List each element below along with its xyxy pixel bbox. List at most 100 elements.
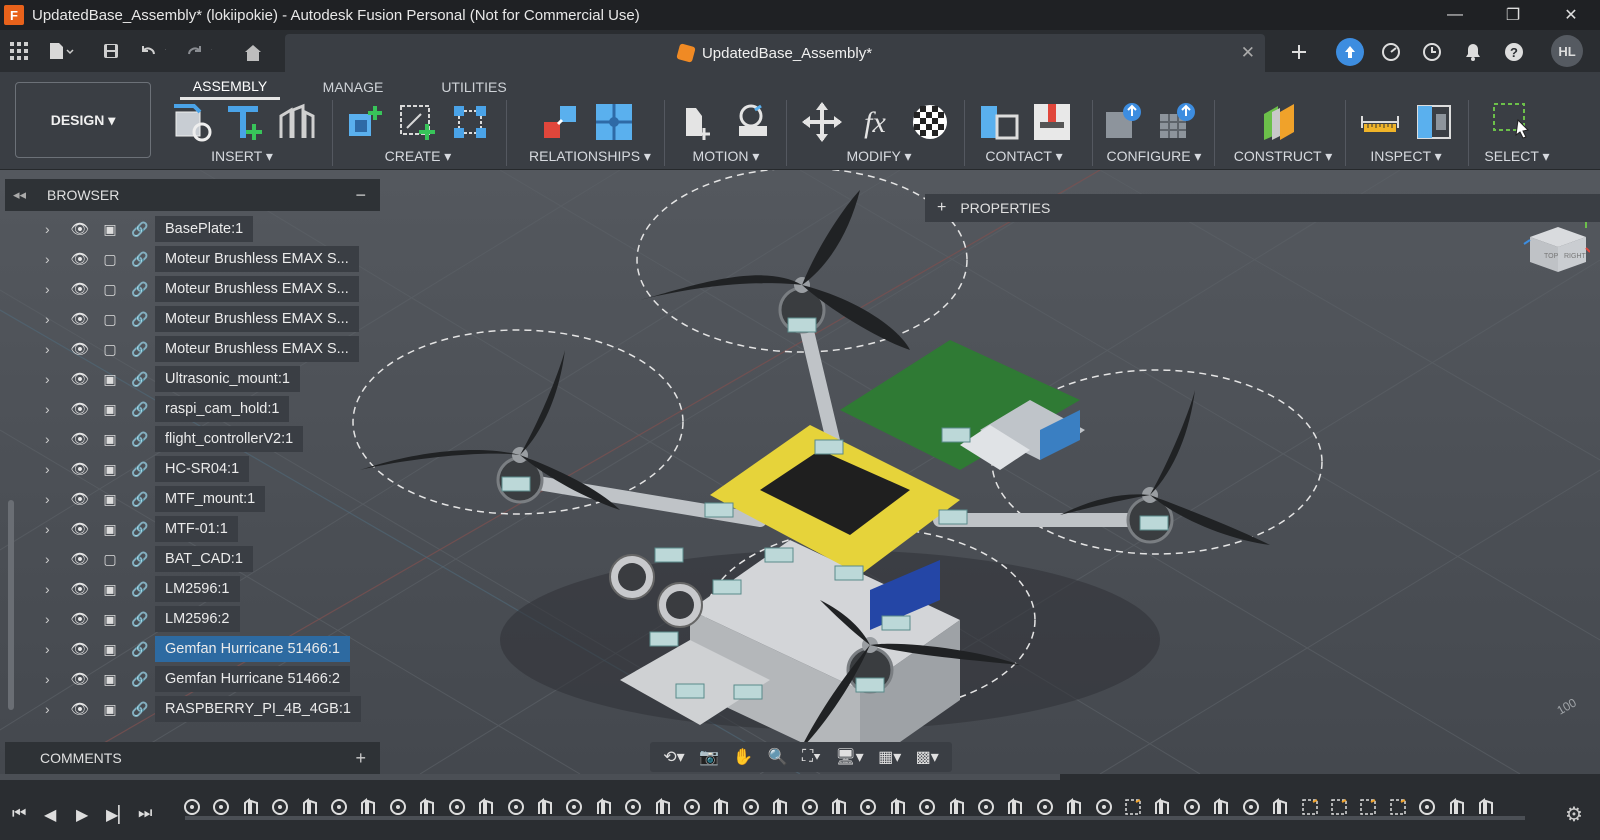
- visibility-eye-icon[interactable]: 👁: [65, 340, 95, 358]
- visibility-eye-icon[interactable]: 👁: [65, 490, 95, 508]
- browser-item-selected[interactable]: › 👁 ▣ 🔗 Gemfan Hurricane 51466:1: [45, 636, 350, 662]
- timeline-joint-icon[interactable]: [1182, 797, 1202, 817]
- group-construct-label[interactable]: CONSTRUCT ▾: [1231, 148, 1335, 165]
- expand-chevron-icon[interactable]: ›: [45, 461, 65, 477]
- maximize-button[interactable]: ❐: [1484, 0, 1542, 30]
- visibility-eye-icon[interactable]: 👁: [65, 310, 95, 328]
- timeline-previous-icon[interactable]: ◀: [44, 805, 56, 825]
- look-at-icon[interactable]: 📷: [699, 747, 719, 767]
- group-modify-label[interactable]: MODIFY ▾: [840, 148, 918, 165]
- browser-item-label[interactable]: BAT_CAD:1: [155, 546, 253, 572]
- create-layout-icon[interactable]: [448, 100, 492, 144]
- minimize-button[interactable]: —: [1426, 0, 1484, 30]
- browser-item[interactable]: › 👁 ▣ 🔗 raspi_cam_hold:1: [45, 396, 290, 422]
- timeline-scrollbar[interactable]: [0, 774, 1060, 780]
- new-tab-icon[interactable]: [1285, 38, 1313, 66]
- timeline-joint-icon[interactable]: [1094, 797, 1114, 817]
- timeline-rigid-icon[interactable]: [300, 797, 320, 817]
- browser-item-label[interactable]: Moteur Brushless EMAX S...: [155, 276, 359, 302]
- visibility-eye-icon[interactable]: 👁: [65, 370, 95, 388]
- visibility-eye-icon[interactable]: 👁: [65, 280, 95, 298]
- tab-manage[interactable]: MANAGE: [313, 74, 393, 100]
- motion-link-icon[interactable]: [731, 100, 775, 144]
- browser-item-label[interactable]: RASPBERRY_PI_4B_4GB:1: [155, 696, 361, 722]
- timeline-joint-icon[interactable]: [858, 797, 878, 817]
- expand-chevron-icon[interactable]: ›: [45, 311, 65, 327]
- document-tab[interactable]: UpdatedBase_Assembly* ✕: [285, 34, 1265, 72]
- tab-assembly[interactable]: ASSEMBLY: [180, 74, 280, 100]
- group-configure-label[interactable]: CONFIGURE ▾: [1102, 148, 1206, 165]
- visibility-eye-icon[interactable]: 👁: [65, 670, 95, 688]
- timeline-rigid-icon[interactable]: [1211, 797, 1231, 817]
- timeline-rigid-icon[interactable]: [1064, 797, 1084, 817]
- collapse-panel-icon[interactable]: ◂◂: [13, 187, 35, 203]
- timeline-sketch-icon[interactable]: [1123, 797, 1143, 817]
- browser-item[interactable]: › 👁 ▢ 🔗 BAT_CAD:1: [45, 546, 253, 572]
- browser-item[interactable]: › 👁 ▣ 🔗 flight_controllerV2:1: [45, 426, 304, 452]
- visibility-eye-icon[interactable]: 👁: [65, 520, 95, 538]
- group-insert-label[interactable]: INSERT ▾: [208, 148, 276, 165]
- home-icon[interactable]: [240, 40, 266, 66]
- expand-chevron-icon[interactable]: ›: [45, 701, 65, 717]
- timeline-sketch-icon[interactable]: [1329, 797, 1349, 817]
- expand-chevron-icon[interactable]: ›: [45, 641, 65, 657]
- orbit-icon[interactable]: ⟲▾: [663, 747, 684, 767]
- browser-item-label[interactable]: LM2596:2: [155, 606, 240, 632]
- timeline-sketch-icon[interactable]: [1388, 797, 1408, 817]
- history-clock-icon[interactable]: [1418, 38, 1446, 66]
- timeline-sketch-icon[interactable]: [1300, 797, 1320, 817]
- user-avatar[interactable]: HL: [1551, 35, 1583, 67]
- timeline-rigid-icon[interactable]: [829, 797, 849, 817]
- expand-chevron-icon[interactable]: ›: [45, 611, 65, 627]
- expand-chevron-icon[interactable]: ›: [45, 281, 65, 297]
- browser-item[interactable]: › 👁 ▣ 🔗 MTF-01:1: [45, 516, 238, 542]
- group-contact-label[interactable]: CONTACT ▾: [983, 148, 1065, 165]
- timeline-rigid-icon[interactable]: [1152, 797, 1172, 817]
- enable-contact-icon[interactable]: [1030, 100, 1074, 144]
- browser-item-label[interactable]: BasePlate:1: [155, 216, 254, 242]
- browser-item[interactable]: › 👁 ▣ 🔗 MTF_mount:1: [45, 486, 266, 512]
- timeline-rigid-icon[interactable]: [594, 797, 614, 817]
- timeline-rigid-icon[interactable]: [1447, 797, 1467, 817]
- timeline-rigid-icon[interactable]: [888, 797, 908, 817]
- expand-chevron-icon[interactable]: ›: [45, 671, 65, 687]
- expand-chevron-icon[interactable]: ›: [45, 491, 65, 507]
- viewcube[interactable]: TOP RIGHT: [1520, 222, 1591, 282]
- timeline-next-icon[interactable]: ▶▏: [106, 805, 131, 825]
- timeline-rigid-icon[interactable]: [417, 797, 437, 817]
- insert-mesh-icon[interactable]: [275, 100, 319, 144]
- timeline-joint-icon[interactable]: [388, 797, 408, 817]
- minimize-browser-button[interactable]: −: [355, 185, 366, 206]
- create-sketch-icon[interactable]: [395, 100, 439, 144]
- display-settings-icon[interactable]: 🖥▾: [835, 747, 863, 767]
- visibility-eye-icon[interactable]: 👁: [65, 640, 95, 658]
- timeline-rigid-icon[interactable]: [535, 797, 555, 817]
- timeline-sketch-icon[interactable]: [1358, 797, 1378, 817]
- rigid-group-icon[interactable]: [592, 100, 636, 144]
- timeline-last-icon[interactable]: ⏭: [138, 805, 152, 823]
- offset-plane-icon[interactable]: [1258, 100, 1302, 144]
- timeline-first-icon[interactable]: ⏮: [12, 805, 26, 823]
- browser-item-label[interactable]: Moteur Brushless EMAX S...: [155, 306, 359, 332]
- timeline-rigid-icon[interactable]: [476, 797, 496, 817]
- browser-item[interactable]: › 👁 ▢ 🔗 Moteur Brushless EMAX S...: [45, 306, 359, 332]
- timeline-joint-icon[interactable]: [917, 797, 937, 817]
- contact-sets-icon[interactable]: [977, 100, 1021, 144]
- browser-item-label[interactable]: Gemfan Hurricane 51466:1: [155, 636, 350, 662]
- select-window-icon[interactable]: [1490, 100, 1534, 144]
- visibility-eye-icon[interactable]: 👁: [65, 430, 95, 448]
- measure-icon[interactable]: [1358, 100, 1402, 144]
- redo-icon[interactable]: [186, 38, 212, 64]
- browser-item[interactable]: › 👁 ▣ 🔗 LM2596:2: [45, 606, 240, 632]
- fit-icon[interactable]: ⛶▾: [802, 748, 821, 766]
- expand-chevron-icon[interactable]: ›: [45, 221, 65, 237]
- appearance-icon[interactable]: [908, 100, 952, 144]
- visibility-eye-icon[interactable]: 👁: [65, 550, 95, 568]
- group-select-label[interactable]: SELECT ▾: [1483, 148, 1551, 165]
- extensions-icon[interactable]: [1336, 38, 1364, 66]
- browser-panel-header[interactable]: ◂◂ BROWSER −: [5, 179, 380, 211]
- drive-joints-icon[interactable]: [678, 100, 722, 144]
- move-copy-icon[interactable]: [800, 100, 844, 144]
- workspace-switcher-button[interactable]: DESIGN ▾: [15, 82, 151, 158]
- timeline-joint-icon[interactable]: [211, 797, 231, 817]
